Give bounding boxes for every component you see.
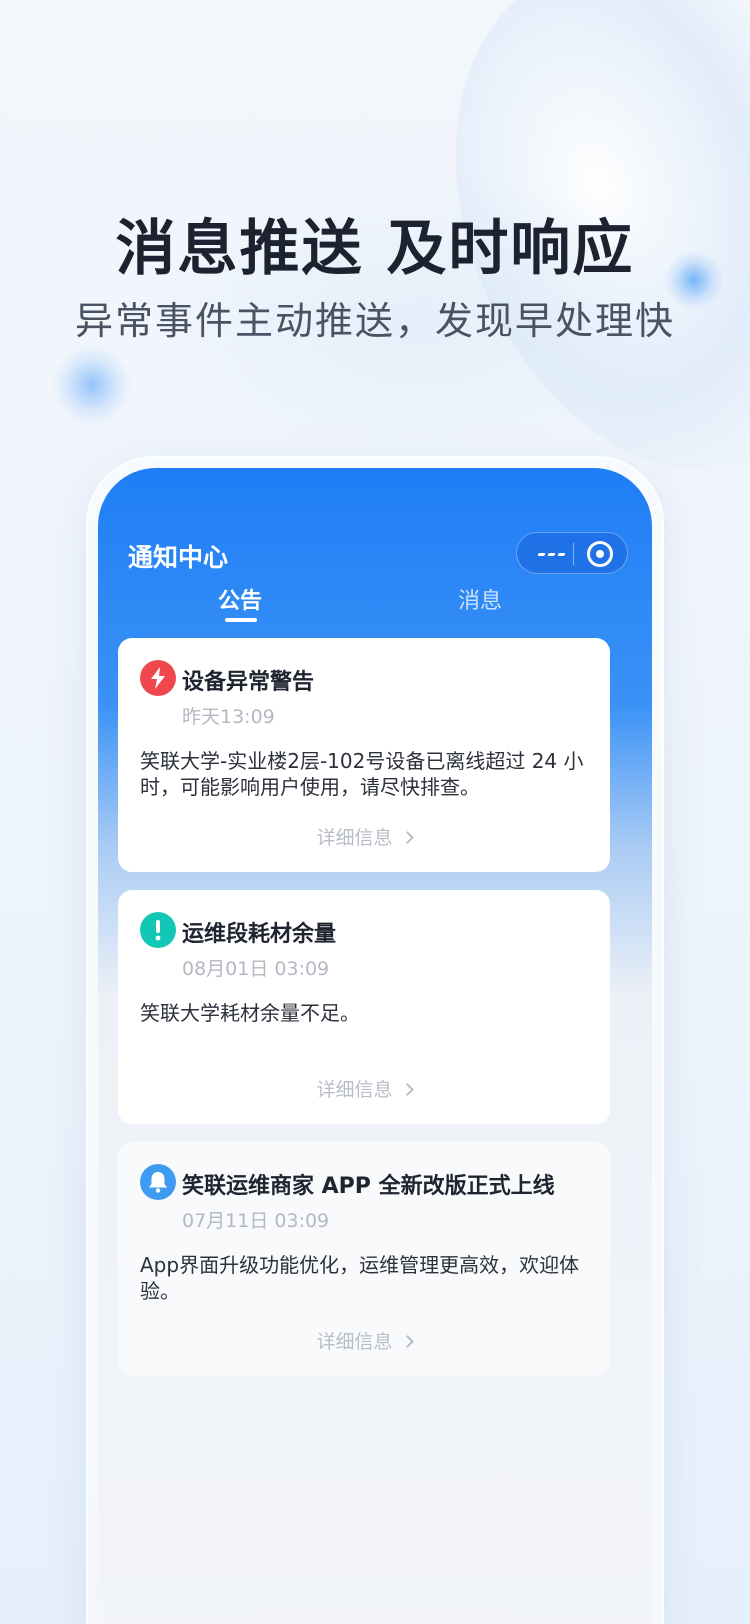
- card-title: 笑联运维商家 APP 全新改版正式上线: [182, 1174, 555, 1199]
- chevron-right-icon: [400, 1335, 414, 1348]
- page-title: 通知中心: [128, 543, 229, 572]
- card-time: 昨天13:09: [182, 706, 275, 728]
- phone-screen: 通知中心 公告 消息 设备异常警告 昨天13:09 笑联大学-实业楼2层-102…: [98, 468, 652, 1624]
- detail-link[interactable]: 详细信息: [118, 1327, 610, 1354]
- background-bokeh-left: [52, 345, 132, 425]
- chevron-right-icon: [400, 1083, 414, 1096]
- lightning-icon: [140, 660, 176, 696]
- capsule-divider: [573, 543, 574, 565]
- bell-icon: [140, 1164, 176, 1200]
- tab-announcements[interactable]: 公告: [218, 583, 262, 615]
- more-icon[interactable]: [531, 533, 571, 575]
- exclamation-icon: [140, 912, 176, 948]
- card-body: App界面升级功能优化，运维管理更高效，欢迎体验。: [140, 1253, 580, 1303]
- notification-card-app-update[interactable]: 笑联运维商家 APP 全新改版正式上线 07月11日 03:09 App界面升级…: [118, 1142, 610, 1376]
- promo-headline: 消息推送 及时响应: [115, 214, 635, 284]
- detail-label: 详细信息: [316, 1331, 393, 1353]
- card-title: 运维段耗材余量: [182, 922, 337, 947]
- detail-label: 详细信息: [316, 1079, 393, 1101]
- card-body: 笑联大学-实业楼2层-102号设备已离线超过 24 小时，可能影响用户使用，请尽…: [140, 749, 584, 799]
- tab-messages[interactable]: 消息: [458, 583, 502, 615]
- chevron-right-icon: [400, 831, 414, 844]
- detail-link[interactable]: 详细信息: [118, 823, 610, 850]
- detail-label: 详细信息: [316, 827, 393, 849]
- active-tab-indicator: [225, 618, 257, 622]
- card-title: 设备异常警告: [182, 670, 315, 695]
- notification-card-consumables[interactable]: 运维段耗材余量 08月01日 03:09 笑联大学耗材余量不足。 详细信息: [118, 890, 610, 1124]
- promo-subheadline: 异常事件主动推送，发现早处理快: [74, 299, 675, 343]
- phone-frame: 通知中心 公告 消息 设备异常警告 昨天13:09 笑联大学-实业楼2层-102…: [88, 458, 662, 1624]
- card-body: 笑联大学耗材余量不足。: [140, 1001, 360, 1025]
- card-time: 08月01日 03:09: [182, 958, 330, 980]
- notification-card-device-alert[interactable]: 设备异常警告 昨天13:09 笑联大学-实业楼2层-102号设备已离线超过 24…: [118, 638, 610, 872]
- close-circle-icon[interactable]: [587, 541, 613, 567]
- mini-program-capsule: [516, 532, 628, 574]
- card-time: 07月11日 03:09: [182, 1210, 330, 1232]
- detail-link[interactable]: 详细信息: [118, 1075, 610, 1102]
